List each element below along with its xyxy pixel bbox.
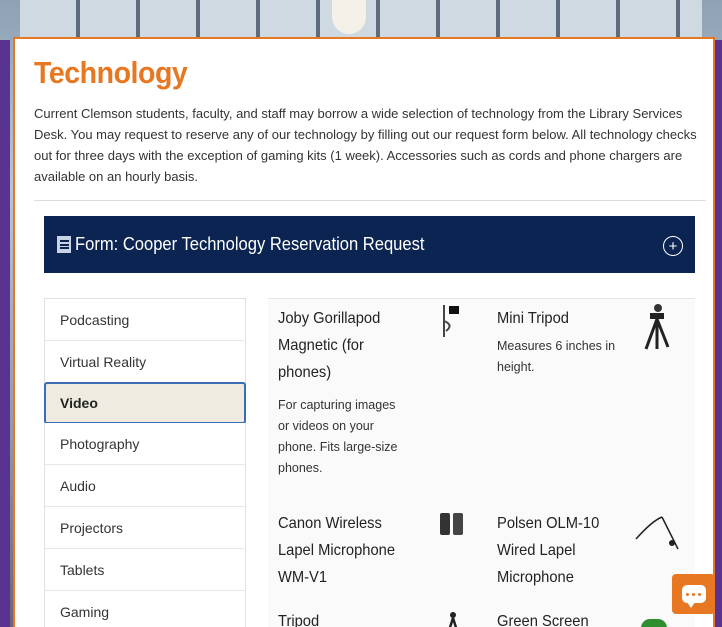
product-name: Tripod <box>278 613 320 627</box>
plus-circle-icon[interactable]: + <box>663 236 683 256</box>
product-description: For capturing images or videos on your p… <box>278 398 398 475</box>
tab-video[interactable]: Video <box>44 382 246 424</box>
chat-icon <box>681 585 706 608</box>
product-description: Measures 6 inches in height. <box>497 339 616 374</box>
phone-tripod-image <box>443 305 459 337</box>
category-tabs: Podcasting Virtual Reality Video Photogr… <box>44 298 246 627</box>
tab-virtual-reality[interactable]: Virtual Reality <box>45 341 245 383</box>
tripod-image <box>448 612 458 627</box>
product-item: Mini Tripod Measures 6 inches in height. <box>497 305 627 378</box>
tab-gaming[interactable]: Gaming <box>45 591 245 627</box>
left-border <box>0 40 10 627</box>
content-card: Technology Current Clemson students, fac… <box>13 37 715 627</box>
tab-tablets[interactable]: Tablets <box>45 549 245 591</box>
background-lamp <box>332 0 366 34</box>
intro-text: Current Clemson students, faculty, and s… <box>34 106 697 184</box>
product-item: Polsen OLM-10 Wired Lapel Microphone <box>497 510 627 591</box>
product-item: Canon Wireless Lapel Microphone WM-V1 <box>278 510 408 591</box>
lapel-mic-image <box>635 516 679 550</box>
page-title: Technology <box>34 55 188 90</box>
tab-projectors[interactable]: Projectors <box>45 507 245 549</box>
product-item: Tripod <box>278 608 408 627</box>
divider <box>34 200 706 201</box>
product-name: Polsen OLM-10 Wired Lapel Microphone <box>497 515 600 586</box>
chat-button[interactable] <box>672 574 715 614</box>
form-accordion-header[interactable]: Form: Cooper Technology Reservation Requ… <box>44 216 695 273</box>
product-name: Joby Gorillapod Magnetic (for phones) <box>278 310 381 381</box>
product-name: Green Screen <box>497 613 589 627</box>
form-title: Form: Cooper Technology Reservation Requ… <box>75 234 425 254</box>
tab-audio[interactable]: Audio <box>45 465 245 507</box>
form-list-icon <box>57 236 71 253</box>
wireless-mic-image <box>440 513 463 535</box>
product-name: Mini Tripod <box>497 310 569 327</box>
product-item: Joby Gorillapod Magnetic (for phones) Fo… <box>278 305 408 479</box>
product-name: Canon Wireless Lapel Microphone WM-V1 <box>278 515 396 586</box>
mini-tripod-image <box>644 304 670 350</box>
product-panel: Joby Gorillapod Magnetic (for phones) Fo… <box>268 298 695 627</box>
product-item: Green Screen <box>497 608 627 627</box>
tab-podcasting[interactable]: Podcasting <box>45 299 245 341</box>
tab-photography[interactable]: Photography <box>45 423 245 465</box>
green-screen-image <box>641 619 667 627</box>
